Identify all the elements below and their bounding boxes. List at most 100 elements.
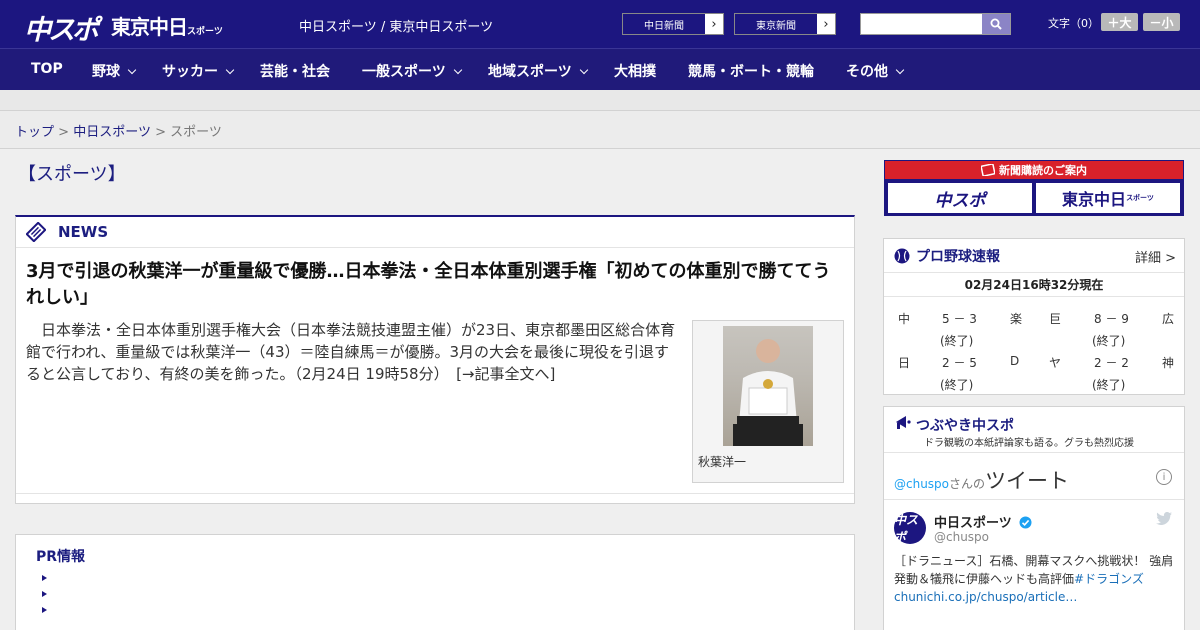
nav-label: 地域スポーツ	[488, 64, 572, 80]
pro-baseball-detail-link[interactable]: 詳細 >	[1135, 247, 1176, 266]
team-home: 巨	[1049, 312, 1062, 326]
ad-tokyo-logo[interactable]: 東京中日 スポーツ	[1036, 183, 1180, 213]
nav-item-general-sports[interactable]: 一般スポーツ	[362, 61, 462, 81]
breadcrumb-chunichi-sports[interactable]: 中日スポーツ	[73, 125, 151, 140]
news-header: NEWS	[16, 217, 854, 248]
team-away: D	[1010, 354, 1020, 368]
twitter-tweet-word: ツイート	[985, 469, 1070, 493]
font-smaller-button[interactable]: －小	[1143, 13, 1180, 31]
page-title: 【スポーツ】	[18, 164, 126, 185]
twitter-widget: つぶやき中スポ ドラ観戦の本紙評論家も語る。グラも熱烈応援 @chuspoさんの…	[883, 406, 1185, 630]
game-score[interactable]: 5 － 3	[942, 310, 977, 327]
twitter-user-suffix: さんの	[949, 477, 986, 491]
pro-baseball-scores: プロ野球速報 詳細 > 02月24日16時32分現在 中 5 － 3 楽 (終了…	[883, 238, 1185, 395]
breadcrumb-separator: >	[58, 125, 70, 140]
chevron-down-icon	[579, 65, 588, 75]
breadcrumb-separator: >	[155, 125, 166, 140]
game-status: (終了)	[1092, 378, 1126, 392]
nav-label: 野球	[92, 64, 120, 80]
nav-item-entertainment[interactable]: 芸能・社会	[260, 61, 330, 81]
news-box: NEWS 3月で引退の秋葉洋一が重量級で優勝…日本拳法・全日本体重別選手権「初め…	[15, 215, 855, 504]
tweet-account-name[interactable]: 中日スポーツ	[934, 512, 1032, 531]
judoka-illustration	[733, 339, 803, 446]
nav-item-sumo[interactable]: 大相撲	[614, 61, 656, 81]
tweet-account-handle: @chuspo	[934, 530, 990, 544]
team-away: 神	[1162, 356, 1175, 370]
paper-button-label: 中日新聞	[623, 14, 705, 34]
nav-label: サッカー	[162, 64, 218, 80]
tweet-card[interactable]: 中スポ 中日スポーツ @chuspo ［ドラニュース］石橋、開幕マスクへ挑戦状！…	[884, 499, 1184, 630]
news-footer	[16, 493, 854, 494]
twitter-bird-icon[interactable]	[1156, 512, 1172, 525]
game-status: (終了)	[940, 334, 974, 348]
tweet-hashtag[interactable]: #ドラゴンズ	[1074, 572, 1144, 586]
bullet-arrow-icon[interactable]	[42, 575, 47, 581]
sub-nav-bar	[0, 90, 1200, 111]
twitter-widget-subtitle: ドラ観戦の本紙評論家も語る。グラも熱烈応援	[924, 438, 1134, 449]
news-photo[interactable]: 秋葉洋一	[692, 320, 844, 483]
bullet-arrow-icon[interactable]	[42, 607, 47, 613]
breadcrumb: トップ > 中日スポーツ > スポーツ	[15, 121, 222, 140]
ad-chuspo-logo[interactable]: 中スポ	[888, 183, 1032, 213]
team-home: 日	[898, 356, 911, 370]
tokyo-shimbun-button[interactable]: 東京新聞 ›	[734, 13, 836, 35]
game-score[interactable]: 2 － 2	[1094, 354, 1129, 371]
subscription-ad[interactable]: 新聞購読のご案内 中スポ 東京中日 スポーツ	[884, 160, 1184, 216]
site-header: 中スポ 東京中日スポーツ 中日スポーツ / 東京中日スポーツ 中日新聞 › 東京…	[0, 0, 1200, 48]
breadcrumb-bar: トップ > 中日スポーツ > スポーツ	[0, 111, 1200, 149]
font-bigger-button[interactable]: ＋大	[1101, 13, 1138, 31]
chevron-down-icon	[127, 65, 137, 75]
verified-icon	[1019, 516, 1032, 529]
avatar[interactable]: 中スポ	[894, 512, 926, 544]
breadcrumb-top[interactable]: トップ	[15, 125, 54, 140]
ad-tokyo-logo-text: 東京中日	[1062, 190, 1127, 209]
search-input[interactable]	[861, 14, 982, 34]
megaphone-icon	[896, 416, 911, 429]
twitter-widget-title: つぶやき中スポ	[916, 418, 1014, 434]
nav-item-local-sports[interactable]: 地域スポーツ	[488, 61, 588, 81]
chevron-down-icon	[225, 65, 235, 75]
chevron-right-icon: ›	[711, 16, 717, 32]
team-away: 楽	[1010, 312, 1023, 326]
nav-item-racing[interactable]: 競馬・ボート・競輪	[688, 61, 814, 81]
news-label: NEWS	[58, 223, 109, 241]
info-icon[interactable]: i	[1156, 469, 1172, 485]
paper-button-label: 東京新聞	[735, 14, 817, 34]
game-status: (終了)	[940, 378, 974, 392]
photo-caption: 秋葉洋一	[698, 455, 747, 469]
tokyo-logo-text: 東京中日	[111, 15, 188, 39]
chevron-down-icon	[895, 65, 905, 75]
twitter-user-link[interactable]: @chuspo	[894, 477, 949, 491]
nav-item-baseball[interactable]: 野球	[92, 61, 137, 81]
breadcrumb-current: スポーツ	[170, 125, 222, 140]
search-button[interactable]	[982, 14, 1010, 34]
chevron-down-icon	[453, 65, 462, 75]
nav-label: TOP	[31, 61, 63, 77]
game-score[interactable]: 2 － 5	[942, 354, 977, 371]
twitter-widget-header: つぶやき中スポ ドラ観戦の本紙評論家も語る。グラも熱烈応援	[884, 407, 1184, 453]
pro-baseball-title: プロ野球速報	[916, 248, 1000, 265]
game-score[interactable]: 8 － 9	[1094, 310, 1129, 327]
nav-item-soccer[interactable]: サッカー	[162, 61, 235, 81]
chevron-right-icon: ›	[823, 16, 829, 32]
tokyo-chunichi-logo[interactable]: 東京中日スポーツ	[111, 11, 223, 40]
site-links[interactable]: 中日スポーツ / 東京中日スポーツ	[299, 16, 493, 35]
search-icon	[990, 18, 1002, 30]
chuspo-logo[interactable]: 中スポ	[24, 8, 99, 47]
pro-baseball-time: 02月24日16時32分現在	[884, 273, 1184, 297]
tweet-text: ［ドラニュース］石橋、開幕マスクへ挑戦状！ 強肩発動＆犠飛に伊藤ヘッドも高評価#…	[894, 552, 1176, 606]
nav-label: 芸能・社会	[260, 64, 330, 80]
tweet-account-name-text: 中日スポーツ	[934, 516, 1012, 531]
tweet-link[interactable]: chunichi.co.jp/chuspo/article…	[894, 590, 1077, 604]
tokyo-logo-small: スポーツ	[187, 27, 223, 37]
pr-box: PR情報	[15, 534, 855, 630]
font-size-label: 文字（0）	[1048, 17, 1099, 30]
chunichi-shimbun-button[interactable]: 中日新聞 ›	[622, 13, 724, 35]
team-away: 広	[1162, 312, 1175, 326]
nav-item-other[interactable]: その他	[846, 61, 905, 81]
bullet-arrow-icon[interactable]	[42, 591, 47, 597]
baseball-icon	[894, 248, 910, 263]
team-home: ヤ	[1049, 356, 1062, 370]
news-headline[interactable]: 3月で引退の秋葉洋一が重量級で優勝…日本拳法・全日本体重別選手権「初めての体重別…	[26, 259, 841, 311]
nav-item-top[interactable]: TOP	[31, 61, 63, 77]
